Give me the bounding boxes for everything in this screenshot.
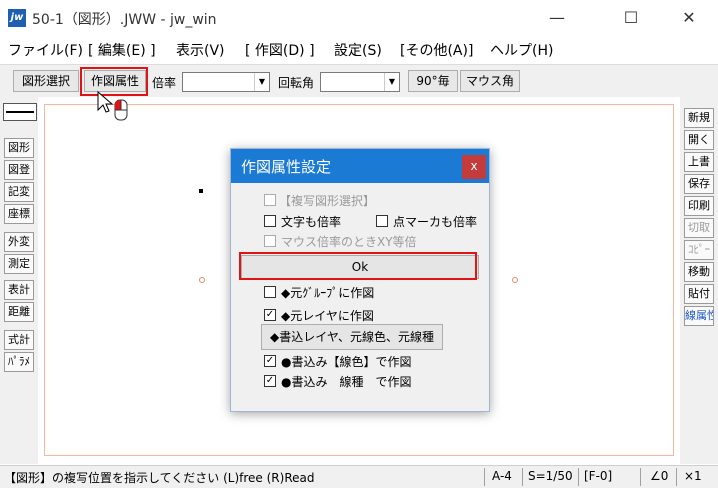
rotate-combo[interactable]: ▼ xyxy=(320,72,400,92)
current-layer[interactable]: [F-0] xyxy=(584,469,612,483)
tool-formula-calc[interactable]: 式計 xyxy=(4,330,34,350)
scale-label: 倍率 xyxy=(152,76,177,90)
close-window-button[interactable]: ✕ xyxy=(666,0,712,36)
right-toolbar: 新規 開く 上書 保存 印刷 切取 ｺﾋﾟｰ 移動 貼付 線属性 xyxy=(680,96,718,464)
text-scale-label: 文字も倍率 xyxy=(281,215,342,229)
window-title: 50-1（図形）.JWW - jw_win xyxy=(32,12,217,28)
mouse-xy-label: マウス倍率のときXY等倍 xyxy=(281,235,417,249)
menu-bar: ファイル(F) [ 編集(E) ] 表示(V) [ 作図(D) ] 設定(S) … xyxy=(0,36,718,62)
tool-symbol-change[interactable]: 記変 xyxy=(4,182,34,202)
menu-view[interactable]: 表示(V) xyxy=(176,40,225,60)
reference-marker-left xyxy=(199,277,205,283)
maximize-button[interactable]: ☐ xyxy=(608,0,654,36)
status-divider xyxy=(640,468,641,486)
chevron-down-icon[interactable]: ▼ xyxy=(254,73,269,91)
figure-select-button[interactable]: 図形選択 xyxy=(13,70,79,92)
status-divider xyxy=(578,468,579,486)
tool-coordinate[interactable]: 座標 xyxy=(4,204,34,224)
write-type-checkbox[interactable]: ✓ xyxy=(264,375,276,387)
tool-print[interactable]: 印刷 xyxy=(684,196,714,216)
write-type-label: ●書込み 線種 で作図 xyxy=(281,375,412,389)
tool-table-calc[interactable]: 表計 xyxy=(4,280,34,300)
mouse-xy-checkbox[interactable] xyxy=(264,235,276,247)
point-marker xyxy=(199,189,203,193)
write-color-checkbox[interactable]: ✓ xyxy=(264,355,276,367)
tool-external-change[interactable]: 外変 xyxy=(4,232,34,252)
line-style-indicator[interactable] xyxy=(3,103,37,121)
zoom-readout[interactable]: ×1 xyxy=(684,469,702,483)
dialog-close-button[interactable]: x xyxy=(462,155,486,179)
tool-parameter[interactable]: ﾊﾟﾗﾒ xyxy=(4,352,34,372)
text-scale-checkbox[interactable] xyxy=(264,215,276,227)
draw-attribute-dialog: 作図属性設定 x 【複写図形選択】 文字も倍率 点マーカも倍率 マウス倍率のとき… xyxy=(230,148,490,412)
menu-draw[interactable]: [ 作図(D) ] xyxy=(245,40,315,60)
tool-open[interactable]: 開く xyxy=(684,130,714,150)
tool-overwrite[interactable]: 上書 xyxy=(684,152,714,172)
tool-cut[interactable]: 切取 xyxy=(684,218,714,238)
tool-measure[interactable]: 測定 xyxy=(4,254,34,274)
orig-group-label: ◆元ｸﾞﾙｰﾌﾟに作図 xyxy=(281,286,375,300)
write-color-label: ●書込み【線色】で作図 xyxy=(281,355,412,369)
copy-select-label: 【複写図形選択】 xyxy=(279,194,376,208)
point-scale-label: 点マーカも倍率 xyxy=(393,215,478,229)
chevron-down-icon[interactable]: ▼ xyxy=(384,73,399,91)
orig-layer-checkbox[interactable]: ✓ xyxy=(264,309,276,321)
status-divider xyxy=(484,468,485,486)
orig-group-checkbox[interactable] xyxy=(264,286,276,298)
tool-distance[interactable]: 距離 xyxy=(4,302,34,322)
menu-settings[interactable]: 設定(S) xyxy=(334,40,382,60)
orig-layer-label: ◆元レイヤに作図 xyxy=(281,309,374,323)
status-message: 【図形】の複写位置を指示してください (L)free (R)Read xyxy=(4,471,315,485)
rotate-90-button[interactable]: 90°毎 xyxy=(408,70,458,92)
tool-paste[interactable]: 貼付 xyxy=(684,284,714,304)
mouse-angle-button[interactable]: マウス角 xyxy=(460,70,520,92)
tool-line-attribute[interactable]: 線属性 xyxy=(684,306,714,326)
status-bar: 【図形】の複写位置を指示してください (L)free (R)Read A-4 S… xyxy=(0,465,718,488)
drawing-scale[interactable]: S=1/50 xyxy=(528,469,573,483)
mouse-cursor-icon xyxy=(97,90,128,121)
tool-save[interactable]: 保存 xyxy=(684,174,714,194)
angle-readout[interactable]: ∠0 xyxy=(650,469,668,483)
paper-size[interactable]: A-4 xyxy=(492,469,512,483)
tool-new[interactable]: 新規 xyxy=(684,108,714,128)
reference-marker-right xyxy=(512,277,518,283)
scale-combo[interactable]: ▼ xyxy=(182,72,270,92)
point-scale-checkbox[interactable] xyxy=(376,215,388,227)
left-toolbar: 図形 図登 記変 座標 外変 測定 表計 距離 式計 ﾊﾟﾗﾒ xyxy=(0,96,38,464)
rotate-label: 回転角 xyxy=(278,76,315,90)
ok-button-highlight xyxy=(239,252,477,280)
write-layer-button[interactable]: ◆書込レイヤ、元線色、元線種 xyxy=(261,324,443,350)
app-icon: jw xyxy=(8,9,26,27)
line-style-sample xyxy=(6,111,34,113)
dialog-title: 作図属性設定 xyxy=(241,158,332,176)
menu-other[interactable]: [その他(A)] xyxy=(400,40,473,60)
tool-figure-register[interactable]: 図登 xyxy=(4,160,34,180)
status-divider xyxy=(676,468,677,486)
tool-move[interactable]: 移動 xyxy=(684,262,714,282)
menu-help[interactable]: ヘルプ(H) xyxy=(490,40,553,60)
tool-copy[interactable]: ｺﾋﾟｰ xyxy=(684,240,714,260)
menu-file[interactable]: ファイル(F) xyxy=(8,40,83,60)
menu-edit[interactable]: [ 編集(E) ] xyxy=(88,40,156,60)
dialog-title-bar: 作図属性設定 x xyxy=(231,149,489,183)
title-bar: jw 50-1（図形）.JWW - jw_win — ☐ ✕ xyxy=(0,0,718,36)
tool-figure[interactable]: 図形 xyxy=(4,138,34,158)
minimize-button[interactable]: — xyxy=(534,0,580,36)
copy-select-checkbox[interactable] xyxy=(264,194,276,206)
status-divider xyxy=(522,468,523,486)
